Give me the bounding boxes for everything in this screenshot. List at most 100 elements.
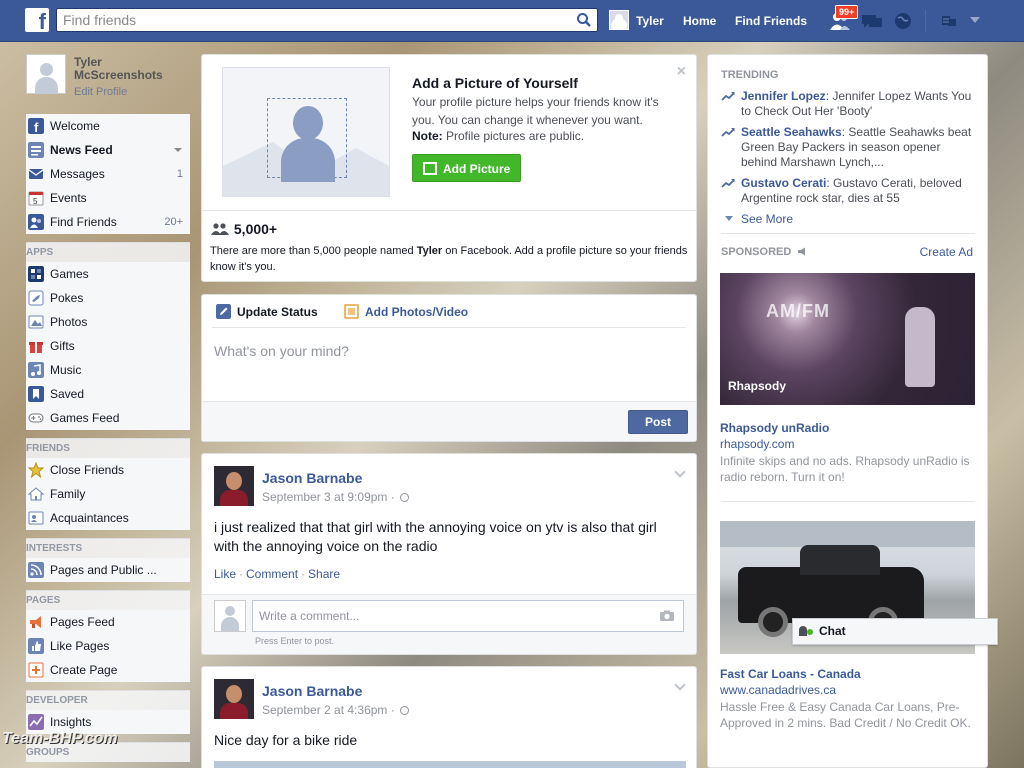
close-icon[interactable]: × xyxy=(677,63,686,81)
sidebar-item-close-friends[interactable]: Close Friends xyxy=(26,458,190,482)
ad-title[interactable]: Rhapsody unRadio xyxy=(720,421,829,435)
sidebar-item-label: Events xyxy=(50,191,87,205)
sidebar-item-family[interactable]: Family xyxy=(26,482,190,506)
note-text: Profile pictures are public. xyxy=(442,129,585,143)
author-avatar[interactable] xyxy=(214,466,254,506)
sidebar-item-label: Acquaintances xyxy=(50,511,129,525)
ad-image-rhapsody[interactable]: AM/FM Rhapsody xyxy=(720,273,975,405)
story-timestamp[interactable]: September 2 at 4:36pm · xyxy=(262,703,410,717)
trending-item[interactable]: Seattle Seahawks: Seattle Seahawks beat … xyxy=(721,125,976,170)
right-column: TRENDING Jennifer Lopez: Jennifer Lopez … xyxy=(707,54,988,768)
story-options-chevron-icon[interactable] xyxy=(674,679,686,691)
nav-home[interactable]: Home xyxy=(683,14,716,28)
add-picture-button[interactable]: Add Picture xyxy=(412,154,521,182)
sidebar-item-acquaintances[interactable]: Acquaintances xyxy=(26,506,190,530)
chat-bar[interactable]: Chat xyxy=(792,618,998,645)
tab-update-status[interactable]: Update Status xyxy=(216,304,318,319)
tab-add-photos-video[interactable]: Add Photos/Video xyxy=(344,304,468,319)
story-actions: Like · Comment · Share xyxy=(214,567,341,581)
sidebar-item-pages-and-public[interactable]: Pages and Public ... xyxy=(26,558,190,582)
sidebar-item-like-pages[interactable]: Like Pages xyxy=(26,634,190,658)
author-avatar[interactable] xyxy=(214,679,254,719)
top-bar: f Tyler Home Find Friends 99+ xyxy=(0,0,1024,42)
profile-name[interactable]: Tyler McScreenshots xyxy=(74,56,184,82)
trending-name[interactable]: Jennifer Lopez xyxy=(741,89,826,103)
search-input[interactable] xyxy=(57,9,557,31)
commenter-avatar xyxy=(214,600,246,632)
account-menu-chevron-down-icon[interactable] xyxy=(970,17,980,23)
story-options-chevron-icon[interactable] xyxy=(674,466,686,478)
camera-icon[interactable] xyxy=(659,610,675,622)
ad-title[interactable]: Fast Car Loans - Canada xyxy=(720,667,861,681)
sidebar-item-create-page[interactable]: Create Page xyxy=(26,658,190,682)
sidebar-profile[interactable]: Tyler McScreenshots Edit Profile xyxy=(26,54,190,102)
post-button[interactable]: Post xyxy=(628,410,688,434)
sidebar-item-messages[interactable]: Messages 1 xyxy=(26,162,190,186)
status-input[interactable]: What's on your mind? xyxy=(214,343,349,359)
see-more-link[interactable]: See More xyxy=(725,212,793,226)
trending-title: TRENDING xyxy=(721,69,779,81)
ad-url[interactable]: rhapsody.com xyxy=(720,437,794,451)
sidebar-item-music[interactable]: Music xyxy=(26,358,190,382)
notifications-globe-icon[interactable] xyxy=(892,10,916,32)
sidebar-item-pokes[interactable]: Pokes xyxy=(26,286,190,310)
messages-icon[interactable] xyxy=(860,10,884,32)
story-author[interactable]: Jason Barnabe xyxy=(262,683,362,699)
story-timestamp[interactable]: September 3 at 9:09pm · xyxy=(262,490,410,504)
sidebar-item-gifts[interactable]: Gifts xyxy=(26,334,190,358)
sidebar-item-photos[interactable]: Photos xyxy=(26,310,190,334)
sidebar-section-pages[interactable]: PAGES xyxy=(26,590,190,610)
sidebar-item-find-friends[interactable]: Find Friends 20+ xyxy=(26,210,190,234)
facebook-logo[interactable]: f xyxy=(25,8,49,32)
news-feed-icon xyxy=(28,142,44,158)
gift-icon xyxy=(29,342,43,353)
sidebar-item-label: Saved xyxy=(50,387,85,401)
search-icon[interactable] xyxy=(576,12,592,28)
trending-name[interactable]: Seattle Seahawks xyxy=(741,125,842,139)
globe-icon[interactable] xyxy=(400,493,410,502)
sidebar-item-welcome[interactable]: f Welcome xyxy=(26,114,190,138)
comment-box[interactable] xyxy=(252,600,684,632)
ad-image-person xyxy=(905,307,935,387)
sidebar-item-saved[interactable]: Saved xyxy=(26,382,190,406)
like-link[interactable]: Like xyxy=(214,567,236,581)
sidebar-item-label: Gifts xyxy=(50,339,75,353)
sidebar-item-news-feed[interactable]: News Feed xyxy=(26,138,190,162)
sidebar-apps: Games Pokes Photos Gifts Music Saved Gam… xyxy=(26,262,190,430)
edit-profile-link[interactable]: Edit Profile xyxy=(74,86,127,98)
ad-url[interactable]: www.canadadrives.ca xyxy=(720,683,836,697)
comment-input[interactable] xyxy=(253,601,653,631)
profile-picture-placeholder[interactable] xyxy=(26,54,66,94)
sidebar-item-games-feed[interactable]: Games Feed xyxy=(26,406,190,430)
globe-icon[interactable] xyxy=(400,706,410,715)
story-photo[interactable] xyxy=(214,761,686,768)
sidebar-section-developer[interactable]: DEVELOPER xyxy=(26,690,190,710)
search-box[interactable] xyxy=(56,8,598,32)
sidebar-section-apps[interactable]: APPS xyxy=(26,242,190,262)
comment-link[interactable]: Comment xyxy=(246,567,298,581)
sidebar-item-pages-feed[interactable]: Pages Feed xyxy=(26,610,190,634)
trending-name[interactable]: Gustavo Cerati xyxy=(741,176,826,190)
nav-find-friends[interactable]: Find Friends xyxy=(735,14,807,28)
sidebar-item-games[interactable]: Games xyxy=(26,262,190,286)
sidebar-interests: Pages and Public ... xyxy=(26,558,190,582)
privacy-shortcuts-icon[interactable] xyxy=(940,13,958,29)
create-ad-link[interactable]: Create Ad xyxy=(920,245,973,259)
chat-person-icon xyxy=(799,626,807,636)
trending-item[interactable]: Gustavo Cerati: Gustavo Cerati, beloved … xyxy=(721,176,976,206)
sidebar-item-label: Music xyxy=(50,363,82,377)
chevron-down-icon[interactable] xyxy=(174,148,182,152)
rhapsody-logo: Rhapsody xyxy=(728,379,787,393)
story-author[interactable]: Jason Barnabe xyxy=(262,470,362,486)
nav-user-name[interactable]: Tyler xyxy=(636,14,664,28)
trending-item[interactable]: Jennifer Lopez: Jennifer Lopez Wants You… xyxy=(721,89,976,119)
nav-profile-link[interactable] xyxy=(609,10,629,30)
sidebar-section-interests[interactable]: INTERESTS xyxy=(26,538,190,558)
sidebar-item-events[interactable]: 5 Events xyxy=(26,186,190,210)
sidebar-section-friends[interactable]: FRIENDS xyxy=(26,438,190,458)
nav-avatar[interactable] xyxy=(609,10,629,30)
profile-picture-placeholder-large[interactable] xyxy=(222,67,390,197)
svg-text:f: f xyxy=(34,120,39,134)
share-link[interactable]: Share xyxy=(308,567,340,581)
sidebar-favorites: f Welcome News Feed Messages 1 5 Events … xyxy=(26,114,190,234)
